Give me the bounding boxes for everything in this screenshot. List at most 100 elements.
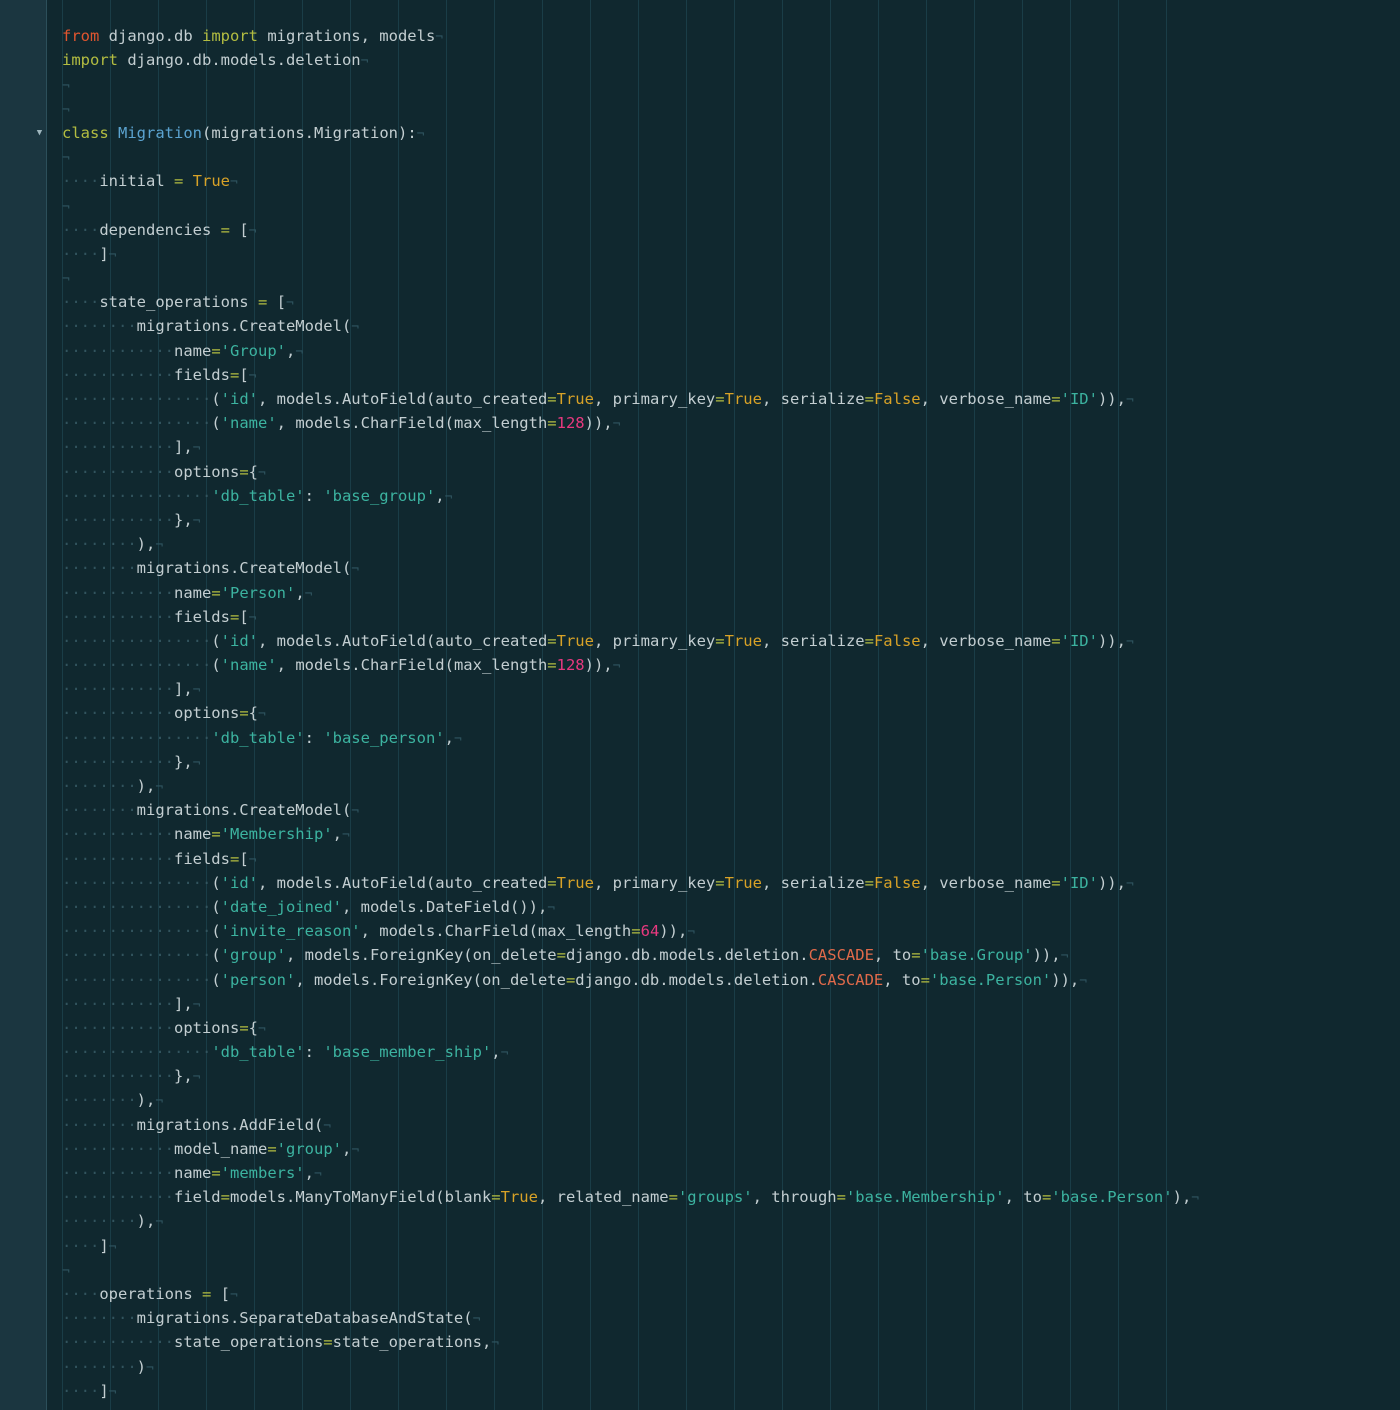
code-line[interactable]: ················('date_joined', models.D… [62,895,1400,919]
code-line[interactable]: ¬ [62,194,1400,218]
code-token: ( [211,897,221,916]
code-line[interactable]: ¬ [62,73,1400,97]
code-line[interactable]: ················('id', models.AutoField(… [62,871,1400,895]
code-line[interactable]: ············],¬ [62,435,1400,459]
code-line[interactable]: ········),¬ [62,774,1400,798]
code-line[interactable]: ········migrations.CreateModel(¬ [62,798,1400,822]
code-line[interactable]: ····]¬ [62,1379,1400,1403]
code-token: 'ID' [1060,873,1098,892]
code-token: , verbose_name [920,631,1052,650]
eol-marker-icon: ¬ [472,1312,481,1328]
eol-marker-icon: ¬ [230,175,238,191]
code-token: fields [173,849,230,868]
code-line[interactable]: ············fields=[¬ [62,605,1400,629]
eol-marker-icon: ¬ [108,1239,117,1255]
code-line[interactable]: ················('id', models.AutoField(… [62,387,1400,411]
code-editor[interactable]: 234567▼891011121314151617181920212223242… [0,0,1400,1410]
code-line[interactable]: ············name='Membership',¬ [62,822,1400,846]
code-line[interactable]: ¬ [62,97,1400,121]
code-line[interactable]: ········),¬ [62,1088,1400,1112]
code-line[interactable]: ············fields=[¬ [62,847,1400,871]
code-line[interactable] [62,1403,1400,1410]
code-line[interactable]: ············name='members',¬ [62,1161,1400,1185]
code-line[interactable]: ····state_operations = [¬ [62,290,1400,314]
code-token: 'person' [220,970,296,989]
code-line[interactable]: ················'db_table': 'base_member… [62,1040,1400,1064]
code-content[interactable]: from django.db import migrations, models… [62,0,1400,1410]
code-token: model_name [173,1139,268,1158]
code-line[interactable]: ············model_name='group',¬ [62,1137,1400,1161]
code-line[interactable]: import django.db.models.deletion¬ [62,48,1400,72]
eol-marker-icon: ¬ [62,151,70,167]
code-token: django.db.models.deletion. [575,970,818,989]
code-line[interactable]: ············field=models.ManyToManyField… [62,1185,1400,1209]
leading-whitespace: ········ [62,1309,137,1328]
code-line[interactable]: ············],¬ [62,677,1400,701]
code-line[interactable]: ········migrations.SeparateDatabaseAndSt… [62,1306,1400,1330]
leading-whitespace: ········ [62,1091,137,1110]
leading-whitespace: ············ [62,1164,174,1182]
code-line[interactable]: ············],¬ [62,992,1400,1016]
code-line[interactable]: ········migrations.AddField(¬ [62,1113,1400,1137]
code-line[interactable]: ¬ [62,145,1400,169]
code-token: , verbose_name [920,873,1052,892]
code-token: dependencies [99,220,221,239]
code-line[interactable]: ················'db_table': 'base_group'… [62,484,1400,508]
code-token: }, [173,1067,193,1086]
leading-whitespace: ················ [62,390,212,408]
code-line[interactable]: ················('id', models.AutoField(… [62,629,1400,653]
code-line[interactable]: ········migrations.CreateModel(¬ [62,556,1400,580]
code-line[interactable]: class Migration(migrations.Migration):¬ [62,121,1400,145]
fold-arrow-icon[interactable]: ▼ [33,121,46,145]
code-token: class [62,123,109,142]
code-token: ), [136,777,156,795]
code-line[interactable]: ············},¬ [62,750,1400,774]
eol-marker-icon: ¬ [192,513,201,529]
code-line[interactable]: ····operations = [¬ [62,1282,1400,1306]
code-line[interactable]: ············options={¬ [62,460,1400,484]
code-line[interactable] [62,0,1400,24]
code-line[interactable]: ············},¬ [62,508,1400,532]
code-token: migrations.AddField( [136,1115,324,1134]
code-token: options [173,704,240,723]
code-line[interactable]: ¬ [62,266,1400,290]
leading-whitespace: ············ [62,752,174,771]
code-line[interactable]: ············name='Group',¬ [62,339,1400,363]
code-token: django.db.models.deletion. [565,946,809,965]
code-line[interactable]: ········migrations.CreateModel(¬ [62,314,1400,338]
code-line[interactable]: ············fields=[¬ [62,363,1400,387]
code-token: , models.AutoField(auto_created [257,631,548,650]
code-line[interactable]: ········),¬ [62,1209,1400,1233]
code-line[interactable]: ················('group', models.Foreign… [62,943,1400,967]
code-line[interactable]: ····]¬ [62,242,1400,266]
code-token: )), [1032,946,1061,965]
code-line[interactable]: ················('invite_reason', models… [62,919,1400,943]
code-token: ( [211,970,221,989]
code-line[interactable]: ········),¬ [62,532,1400,556]
code-line[interactable]: ············options={¬ [62,701,1400,725]
code-line[interactable]: ············options={¬ [62,1016,1400,1040]
code-line[interactable]: ¬ [62,1258,1400,1282]
code-token: , [285,341,296,360]
code-line[interactable]: ····dependencies = [¬ [62,218,1400,242]
code-line[interactable]: ················('name', models.CharFiel… [62,411,1400,435]
code-line[interactable]: ····initial = True¬ [62,169,1400,193]
code-token: ] [99,244,109,263]
code-line[interactable]: ················'db_table': 'base_person… [62,726,1400,750]
code-token: = [547,390,557,408]
code-line[interactable]: ················('name', models.CharFiel… [62,653,1400,677]
code-token: [ [239,365,249,384]
code-line[interactable]: ············name='Person',¬ [62,581,1400,605]
code-line[interactable]: ············state_operations=state_opera… [62,1330,1400,1354]
code-line[interactable]: ····]¬ [62,1234,1400,1258]
code-token: = [836,1188,846,1207]
code-token: = [920,970,930,989]
code-line[interactable]: from django.db import migrations, models… [62,24,1400,48]
code-line[interactable]: ············},¬ [62,1064,1400,1088]
code-token: , models.AutoField(auto_created [257,873,548,892]
line-number-gutter[interactable] [0,0,46,1410]
code-line[interactable]: ········)¬ [62,1355,1400,1379]
eol-marker-icon: ¬ [435,30,444,46]
eol-marker-icon: ¬ [351,320,360,336]
code-line[interactable]: ················('person', models.Foreig… [62,968,1400,992]
